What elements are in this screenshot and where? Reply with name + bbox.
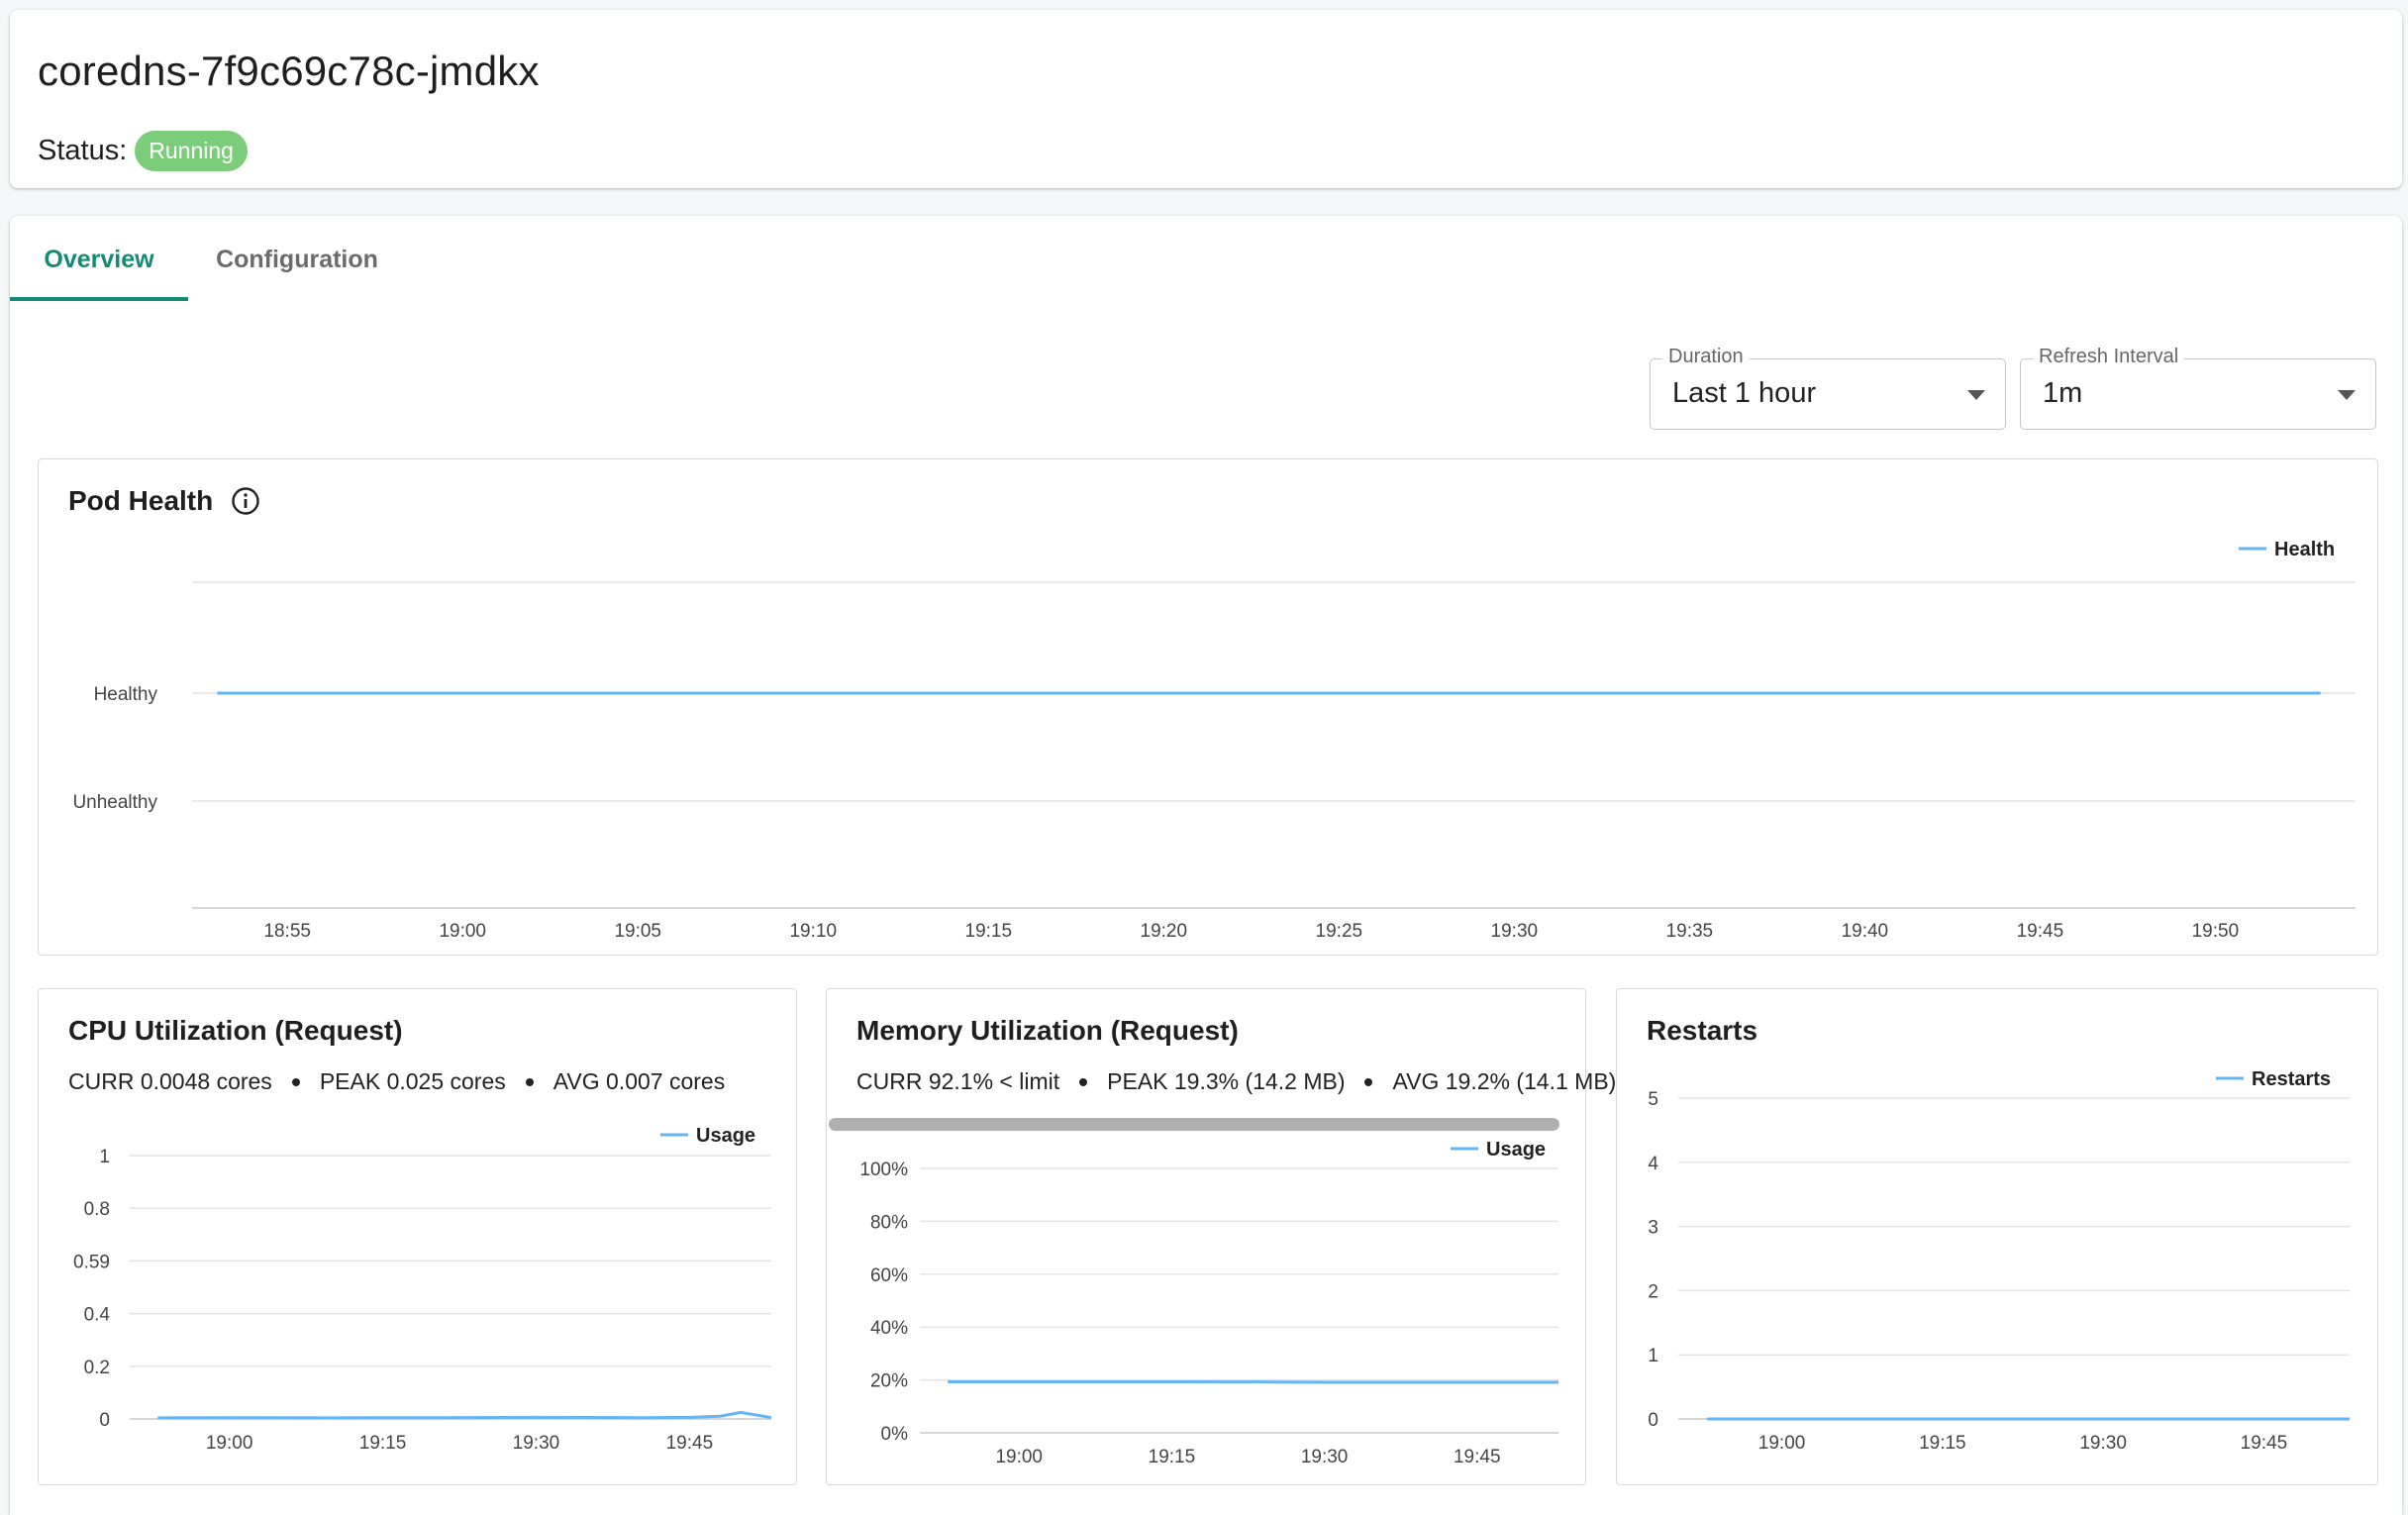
- x-tick-label: 19:15: [1919, 1433, 1966, 1454]
- memory-chart: 100% 80% 60% 40% 20% 0% 19:00 19:15 19:30 19:45 Us…: [859, 1139, 1558, 1467]
- restarts-title: Restarts: [1647, 1015, 1758, 1046]
- memory-title: Memory Utilization (Request): [856, 1015, 1239, 1046]
- y-tick-label: 40%: [870, 1318, 908, 1339]
- y-tick-label: 20%: [870, 1371, 908, 1392]
- x-tick-label: 19:00: [1758, 1433, 1806, 1454]
- pod-health-title-text: Pod Health: [68, 485, 214, 516]
- chevron-down-icon: [2338, 390, 2356, 400]
- x-tick-label: 19:35: [1666, 921, 1714, 942]
- info-icon[interactable]: [231, 486, 260, 516]
- x-tick-label: 19:45: [2241, 1433, 2288, 1454]
- y-tick-label: Unhealthy: [72, 792, 157, 813]
- restarts-chart: 5 4 3 2 1 0 19:00 19:15 19:30 19:45 Restarts: [1648, 1068, 2350, 1454]
- refresh-interval-label: Refresh Interval: [2033, 346, 2185, 368]
- x-tick-label: 19:50: [2192, 921, 2240, 942]
- pod-health-title: Pod Health: [68, 485, 260, 517]
- x-tick-label: 19:15: [359, 1433, 407, 1454]
- duration-value: Last 1 hour: [1672, 377, 1817, 409]
- restarts-panel: Restarts 5 4 3 2 1 0 19:00 19:15 19:30 19:45 Resta…: [1616, 988, 2378, 1485]
- series-line: [157, 1410, 772, 1420]
- x-tick-label: 19:30: [513, 1433, 560, 1454]
- memory-stat-avg: AVG 19.2% (14.1 MB): [1392, 1068, 1617, 1094]
- y-tick-label: 0: [99, 1410, 110, 1431]
- pod-health-panel: Pod Health Unhealthy Healthy 18:55 19:00 19:…: [38, 458, 2378, 956]
- memory-stat-peak: PEAK 19.3% (14.2 MB): [1107, 1068, 1346, 1094]
- x-tick-label: 19:10: [789, 921, 837, 942]
- y-tick-label: 0%: [881, 1424, 909, 1445]
- x-tick-label: 18:55: [263, 921, 311, 942]
- cpu-stat-peak: PEAK 0.025 cores: [319, 1068, 506, 1094]
- y-tick-label: 2: [1648, 1281, 1658, 1302]
- legend-label: Restarts: [2252, 1068, 2331, 1090]
- y-tick-label: 4: [1648, 1154, 1658, 1174]
- cpu-stat-avg: AVG 0.007 cores: [552, 1068, 726, 1094]
- horizontal-scrollbar[interactable]: [829, 1118, 1559, 1131]
- x-tick-label: 19:00: [439, 921, 486, 942]
- x-tick-label: 19:25: [1316, 921, 1363, 942]
- y-tick-label: 5: [1648, 1089, 1658, 1110]
- memory-stats: CURR 92.1% < limit PEAK 19.3% (14.2 MB) …: [856, 1068, 1616, 1095]
- chevron-down-icon: [1967, 390, 1985, 400]
- x-tick-label: 19:40: [1842, 921, 1889, 942]
- x-tick-label: 19:45: [666, 1433, 714, 1454]
- separator-dot: [525, 1077, 534, 1086]
- duration-label: Duration: [1662, 346, 1750, 368]
- x-tick-label: 19:20: [1141, 921, 1188, 942]
- x-tick-label: 19:30: [1491, 921, 1539, 942]
- y-tick-label: 0.59: [73, 1252, 110, 1272]
- legend-label: Health: [2274, 539, 2335, 560]
- y-tick-label: 60%: [870, 1265, 908, 1286]
- pod-header-card: coredns-7f9c69c78c-jmdkx Status: Running: [10, 10, 2402, 188]
- cpu-stats: CURR 0.0048 cores PEAK 0.025 cores AVG 0…: [68, 1068, 725, 1095]
- x-tick-label: 19:45: [1454, 1447, 1501, 1467]
- y-tick-label: 0.8: [84, 1199, 110, 1220]
- y-tick-label: 1: [1648, 1346, 1658, 1366]
- memory-utilization-panel: Memory Utilization (Request) CURR 92.1% …: [826, 988, 1616, 1485]
- x-tick-label: 19:30: [2079, 1433, 2127, 1454]
- pod-health-chart: Unhealthy Healthy 18:55 19:00 19:05 19:10 19:1…: [72, 539, 2356, 942]
- y-tick-label: 80%: [870, 1212, 908, 1233]
- cpu-title: CPU Utilization (Request): [68, 1015, 403, 1046]
- duration-select[interactable]: Duration Last 1 hour: [1650, 346, 2006, 430]
- refresh-interval-value: 1m: [2043, 377, 2083, 409]
- cpu-chart: 1 0.8 0.59 0.4 0.2 0 19:00 19:15 19:30 19:45 Usage: [73, 1125, 772, 1454]
- x-tick-label: 19:15: [965, 921, 1013, 942]
- refresh-interval-select[interactable]: Refresh Interval 1m: [2020, 346, 2376, 430]
- cpu-utilization-panel: CPU Utilization (Request) CURR 0.0048 co…: [38, 988, 797, 1485]
- cpu-stat-curr: CURR 0.0048 cores: [68, 1068, 272, 1094]
- pod-details-card: Overview Configuration Duration Last 1 h…: [10, 216, 2402, 1515]
- legend-label: Usage: [696, 1125, 755, 1147]
- y-tick-label: 0.2: [84, 1358, 110, 1378]
- y-tick-label: 3: [1648, 1218, 1658, 1239]
- x-tick-label: 19:00: [995, 1447, 1043, 1467]
- tab-overview[interactable]: Overview: [10, 246, 188, 301]
- y-tick-label: Healthy: [94, 684, 158, 705]
- x-tick-label: 19:05: [614, 921, 661, 942]
- y-tick-label: 1: [99, 1147, 110, 1167]
- page-title: coredns-7f9c69c78c-jmdkx: [38, 48, 540, 94]
- tab-configuration[interactable]: Configuration: [188, 246, 406, 301]
- status-badge: Running: [135, 131, 248, 171]
- x-tick-label: 19:00: [206, 1433, 253, 1454]
- status-row: Status: Running: [38, 131, 248, 171]
- x-tick-label: 19:45: [2017, 921, 2064, 942]
- y-tick-label: 0: [1648, 1410, 1658, 1431]
- memory-stat-curr: CURR 92.1% < limit: [856, 1068, 1060, 1094]
- status-label: Status:: [38, 135, 128, 166]
- y-tick-label: 0.4: [84, 1305, 111, 1326]
- x-tick-label: 19:30: [1301, 1447, 1349, 1467]
- x-tick-label: 19:15: [1149, 1447, 1196, 1467]
- separator-dot: [291, 1077, 300, 1086]
- y-tick-label: 100%: [859, 1160, 908, 1180]
- series-line: [948, 1380, 1558, 1384]
- legend-label: Usage: [1486, 1139, 1546, 1161]
- separator-dot: [1364, 1077, 1373, 1086]
- separator-dot: [1079, 1077, 1088, 1086]
